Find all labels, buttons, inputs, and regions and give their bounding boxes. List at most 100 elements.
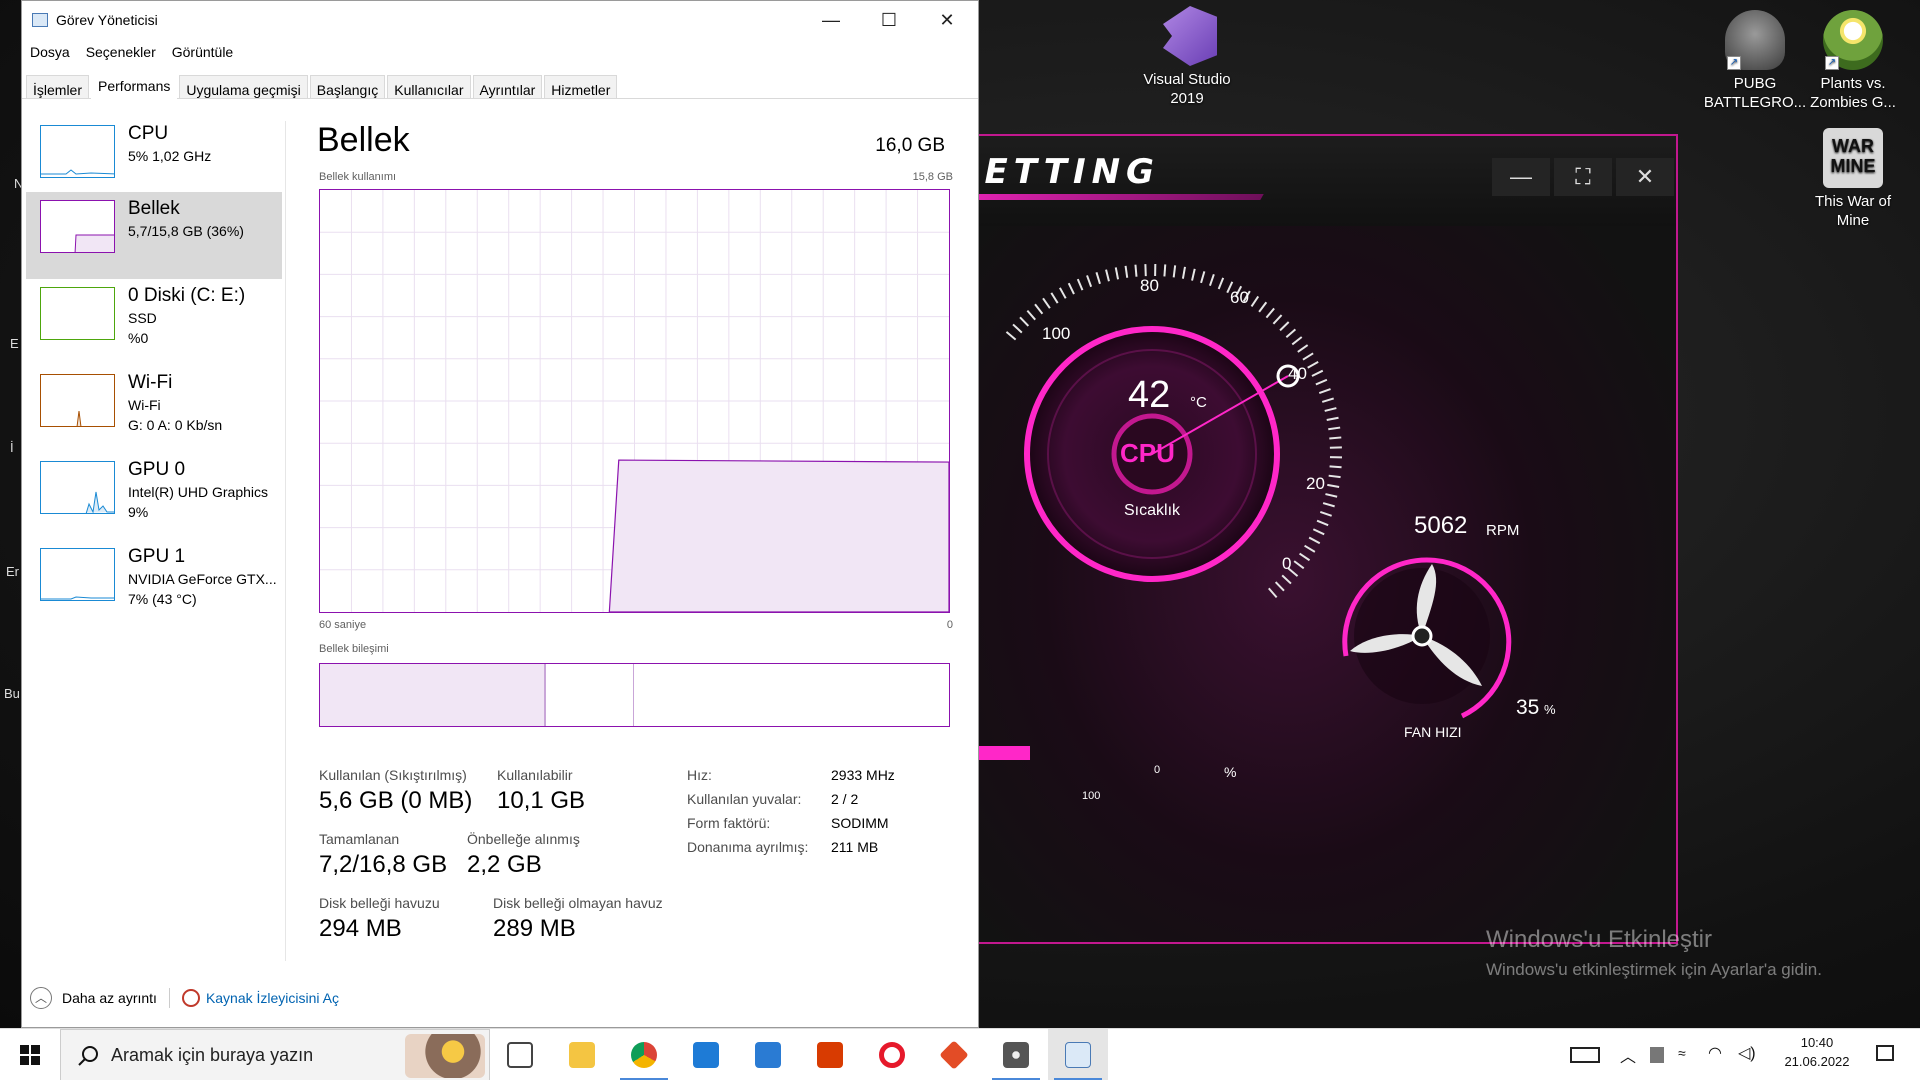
minimize-button[interactable]: — [802,1,860,41]
taskbar-git-app[interactable] [924,1029,984,1080]
chevron-up-icon[interactable]: ︿ [1620,1043,1636,1067]
menu-file[interactable]: Dosya [30,44,70,60]
tab-performance[interactable]: Performans [91,69,178,99]
taskbar-chrome[interactable] [614,1029,674,1080]
taskbar-file-explorer[interactable] [552,1029,612,1080]
battery-icon[interactable] [1650,1047,1664,1063]
gauge-tick-label: 40 [1288,364,1307,383]
search-box[interactable]: Aramak için buraya yazın [60,1029,490,1080]
sidebar-item-cpu[interactable]: CPU 5% 1,02 GHz [26,117,282,204]
shortcut-arrow-icon: ↗ [1825,56,1839,70]
fan-control-window: D SETTING — ⛶ ✕ İK [900,134,1678,944]
detail-label-slots: Kullanılan yuvalar: [687,791,802,807]
chevron-up-icon[interactable]: ︿ [30,987,52,1009]
sidebar-item-name: GPU 1 [128,546,186,567]
cpu-label: CPU [1120,438,1175,468]
activation-title: Windows'u Etkinleştir [1486,926,1712,953]
tab-users[interactable]: Kullanıcılar [387,75,471,98]
start-button[interactable] [0,1029,60,1080]
desktop-icon-label: BATTLEGRO... [1703,94,1807,111]
visual-studio-icon [1163,6,1217,66]
gauge-tick-label: 80 [1140,276,1159,295]
taskbar-store[interactable] [676,1029,736,1080]
desktop-icon-visual-studio[interactable]: Visual Studio 2019 [1132,6,1242,108]
title-bar[interactable]: Görev Yöneticisi — ☐ ✕ [22,1,978,41]
memory-usage-area [608,459,949,612]
fan-rpm-value: 5062 [1414,512,1468,539]
tab-details[interactable]: Ayrıntılar [472,75,543,98]
flower-icon: ↗ [1823,10,1883,70]
gauge-tick-label: 60 [1230,288,1249,307]
taskbar-fan-app[interactable] [986,1029,1046,1080]
maximize-button[interactable]: ☐ [860,1,918,41]
mail-icon [755,1042,781,1068]
windows-logo-icon [20,1045,40,1065]
activation-message: Windows'u etkinleştirmek için Ayarlar'a … [1486,960,1822,979]
sidebar-item-memory[interactable]: Bellek 5,7/15,8 GB (36%) [26,192,282,279]
fewer-details-link[interactable]: Daha az ayrıntı [62,990,157,1006]
sidebar-item-wifi[interactable]: Wi-Fi Wi-Fi G: 0 A: 0 Kb/sn [26,366,282,453]
taskbar-mail[interactable] [738,1029,798,1080]
sidebar-item-detail: NVIDIA GeForce GTX... [128,571,277,587]
desktop-icon-plants-vs-zombies[interactable]: ↗ Plants vs. Zombies G... [1798,10,1908,112]
stat-value-committed: 7,2/16,8 GB [319,851,448,878]
taskbar-task-view[interactable] [490,1029,550,1080]
memory-usage-graph [319,189,950,613]
stat-value-non-paged-pool: 289 MB [493,915,576,942]
stat-value-available: 10,1 GB [497,787,586,814]
menu-view[interactable]: Görüntüle [172,44,233,60]
close-button[interactable]: ✕ [918,1,976,41]
search-icon [78,1046,98,1066]
sidebar-item-gpu0[interactable]: GPU 0 Intel(R) UHD Graphics 9% [26,453,282,540]
stat-label-paged-pool: Disk belleği havuzu [319,895,440,911]
notifications-icon[interactable] [1876,1045,1894,1061]
taskbar-office[interactable] [800,1029,860,1080]
tab-app-history[interactable]: Uygulama geçmişi [179,75,308,98]
slider-unit: % [1224,764,1237,780]
menu-options[interactable]: Seçenekler [86,44,156,60]
desktop-icon-label: This War of [1814,193,1892,210]
memory-thumbnail-graph [40,200,115,253]
git-icon [939,1040,969,1070]
clock[interactable]: 10:40 21.06.2022 [1772,1035,1862,1069]
edge-letter: Bu [4,686,20,701]
desktop-icon-label: Mine [1836,212,1870,229]
sidebar-item-detail: SSD [128,310,157,326]
language-icon[interactable]: ≈ [1678,1045,1686,1061]
stat-label-available: Kullanılabilir [497,767,573,783]
graph-axis-right: 0 [946,619,953,631]
store-icon [693,1042,719,1068]
desktop-icon-this-war-of-mine[interactable]: WAR MINE This War of Mine [1798,128,1908,230]
detail-value-hardware-reserved: 211 MB [831,839,879,855]
disk-thumbnail-graph [40,287,115,340]
sidebar-item-disk[interactable]: 0 Diski (C: E:) SSD %0 [26,279,282,366]
footer: ︿ Daha az ayrıntı Kaynak İzleyicisini Aç [30,987,339,1009]
task-manager-icon [1065,1042,1091,1068]
wifi-icon[interactable]: ◠ [1708,1043,1722,1063]
keyboard-icon[interactable] [1570,1047,1600,1063]
desktop-icon-pubg[interactable]: ↗ PUBG BATTLEGRO... [1700,10,1810,112]
clock-date: 21.06.2022 [1784,1054,1850,1069]
tab-processes[interactable]: İşlemler [26,75,90,98]
war-of-mine-icon: WAR MINE [1823,128,1883,188]
fan-caption: FAN HIZI [1404,724,1462,740]
detail-label-hardware-reserved: Donanıma ayrılmış: [687,839,809,855]
fan-speed-value: 35 [1516,696,1540,719]
tab-startup[interactable]: Başlangıç [309,75,386,98]
taskbar-task-manager[interactable] [1048,1029,1108,1080]
sidebar-item-gpu1[interactable]: GPU 1 NVIDIA GeForce GTX... 7% (43 °C) [26,540,282,627]
desktop-icon-label: Visual Studio [1143,71,1231,88]
usage-graph-label: Bellek kullanımı [319,171,397,183]
open-resource-monitor-link[interactable]: Kaynak İzleyicisini Aç [206,990,339,1006]
volume-icon[interactable]: ◁) [1738,1043,1756,1063]
tab-bar: İşlemler Performans Uygulama geçmişi Baş… [22,69,978,99]
stat-value-in-use: 5,6 GB (0 MB) [319,787,473,814]
stat-label-non-paged-pool: Disk belleği olmayan havuz [493,895,663,911]
window-title: Görev Yöneticisi [56,12,158,28]
task-view-icon [507,1042,533,1068]
stat-label-cached: Önbelleğe alınmış [467,831,580,847]
sidebar-item-name: Bellek [128,198,180,219]
tab-services[interactable]: Hizmetler [544,75,618,98]
detail-value-form-factor: SODIMM [831,815,889,831]
taskbar-opera[interactable] [862,1029,922,1080]
